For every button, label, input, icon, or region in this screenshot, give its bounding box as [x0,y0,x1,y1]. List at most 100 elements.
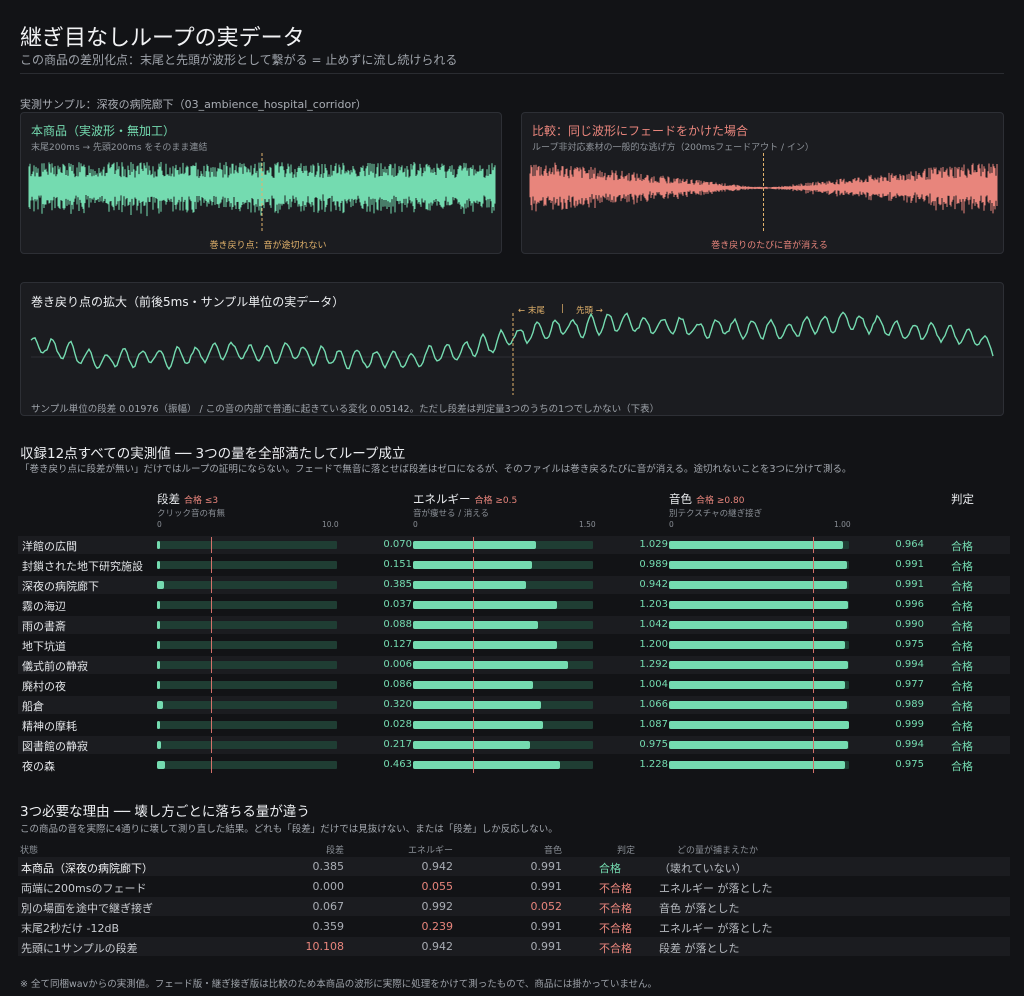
threshold-line [813,657,814,673]
verdict-label: 不合格 [599,942,632,955]
data-label: 0.320 [383,699,412,710]
compare-marker-label: 巻き戻りのたびに音が消える [711,241,828,251]
page-title: 継ぎ目なしループの実データ [20,26,305,51]
bar-track [669,557,849,573]
bar-track [669,537,849,553]
threshold-line [473,577,474,593]
state-label: 先頭に1サンプルの段差 [21,942,138,955]
col-verdict-header: 判定 [951,492,974,506]
row-label: 廃村の夜 [22,680,66,693]
bar-track [413,577,593,593]
bar [669,761,845,769]
section2-title: 3つ必要な理由 ── 壊し方ごとに落ちる量が違う [20,804,310,820]
bar [157,541,160,549]
table-row: 雨の書斎 0.088 1.042 0.990 合格 [18,616,1010,634]
data-label: 0.037 [383,599,412,610]
data-label: 1.029 [639,539,668,550]
bar-track [157,557,337,573]
threshold-line [813,717,814,733]
data-label: 0.990 [895,619,924,630]
threshold-line [473,617,474,633]
bar-track [157,737,337,753]
data-label: 0.942 [639,579,668,590]
bar [157,601,160,609]
bar [669,741,848,749]
row-label: 深夜の病院廊下 [22,580,99,593]
bar [413,721,544,729]
threshold-line [813,537,814,553]
threshold-line [813,737,814,753]
verdict-label: 合格 [951,660,973,673]
bar-track [157,677,337,693]
data-label: 0.127 [383,639,412,650]
table-row: 封鎖された地下研究施設 0.151 0.989 0.991 合格 [18,556,1010,574]
zoom-trace [30,311,994,371]
data-label: 0.964 [895,539,924,550]
section2-note: この商品の音を実際に4通りに壊して測り直した結果。どれも「段差」だけでは見抜けな… [20,824,558,835]
timbre-value: 0.991 [530,940,563,953]
threshold-line [473,557,474,573]
product-waveform [28,153,496,231]
bar-track [157,637,337,653]
state-label: 末尾2秒だけ -12dB [21,922,119,935]
bar [157,641,160,649]
bar [413,661,569,669]
bar-track [157,757,337,773]
step-value: 0.067 [312,900,345,913]
table-row: 深夜の病院廊下 0.385 0.942 0.991 合格 [18,576,1010,594]
sample-label: 実測サンプル：深夜の病院廊下（03_ambience_hospital_corr… [20,98,367,111]
table-row: 本商品（深夜の病院廊下） 0.385 0.942 0.991 合格 （壊れていない） [18,857,1010,876]
bar-track [413,557,593,573]
bar-track [157,717,337,733]
threshold-line [211,677,212,693]
threshold-line [813,757,814,773]
bar-track [669,597,849,613]
verdict-label: 不合格 [599,922,632,935]
bar-track [157,577,337,593]
threshold-line [813,697,814,713]
table-row: 船倉 0.320 1.066 0.989 合格 [18,696,1010,714]
data-label: 0.994 [895,659,924,670]
row-label: 船倉 [22,700,44,713]
threshold-line [473,737,474,753]
data-label: 0.070 [383,539,412,550]
bar-track [157,697,337,713]
energy-value: 0.239 [421,920,454,933]
threshold-line [211,597,212,613]
table2-header: 音色 [543,846,562,856]
bar [669,701,848,709]
table-row: 別の場面を途中で継ぎ接ぎ 0.067 0.992 0.052 不合格 音色 が落とした [18,897,1010,916]
data-label: 0.989 [895,699,924,710]
caught-label: 段差 が落とした [659,942,740,955]
data-label: 0.086 [383,679,412,690]
bar-track [669,637,849,653]
table-row: 霧の海辺 0.037 1.203 0.996 合格 [18,596,1010,614]
threshold-line [473,597,474,613]
row-label: 地下坑道 [22,640,66,653]
bar-track [669,757,849,773]
threshold-line [813,617,814,633]
bar-track [413,697,593,713]
compare-waveform [529,153,998,231]
caught-label: 音色 が落とした [659,902,740,915]
timbre-value: 0.991 [530,920,563,933]
data-label: 0.996 [895,599,924,610]
bar-track [669,577,849,593]
threshold-line [473,757,474,773]
compare-waveform-panel: 比較：同じ波形にフェードをかけた場合 ループ非対応素材の一般的な逃げ方（200m… [521,112,1004,254]
threshold-line [813,637,814,653]
table-row: 洋館の広間 0.070 1.029 0.964 合格 [18,536,1010,554]
bar [413,701,541,709]
step-value: 0.385 [312,860,345,873]
section1-title: 収録12点すべての実測値 ── 3つの量を全部満たしてループ成立 [20,446,406,462]
row-label: 儀式前の静寂 [22,660,88,673]
table2-header: エネルギー [407,846,453,856]
bar-track [669,677,849,693]
threshold-line [473,637,474,653]
energy-value: 0.942 [421,860,454,873]
bar [157,681,160,689]
threshold-line [813,677,814,693]
data-label: 1.292 [639,659,668,670]
bar [669,681,845,689]
threshold-line [473,717,474,733]
